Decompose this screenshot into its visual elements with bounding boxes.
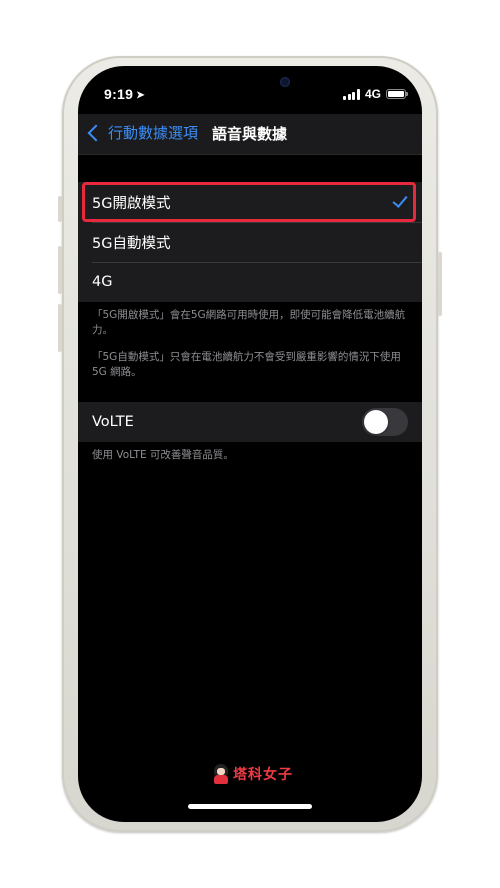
volte-toggle[interactable]	[362, 408, 408, 436]
front-camera	[280, 77, 290, 87]
watermark-text: 塔科女子	[233, 767, 293, 783]
volte-row: VoLTE	[78, 402, 422, 442]
back-button[interactable]: 行動數據選項	[84, 122, 198, 143]
silent-switch	[58, 196, 62, 222]
volume-up-button	[58, 246, 62, 294]
clock-text: 9:19	[104, 86, 134, 102]
chevron-left-icon	[87, 124, 105, 141]
location-arrow-icon: ➤	[136, 90, 145, 101]
mode-option-4g[interactable]: 4G	[78, 262, 422, 302]
volte-footnote: 使用 VoLTE 可改善聲音品質。	[92, 449, 234, 461]
girl-avatar-icon	[212, 764, 230, 784]
back-button-label: 行動數據選項	[108, 124, 199, 142]
highlight-annotation	[82, 182, 416, 222]
toggle-knob	[364, 410, 388, 434]
volume-down-button	[58, 304, 62, 352]
battery-icon	[386, 89, 408, 99]
mode-option-label: 4G	[92, 274, 113, 290]
volte-group: VoLTE	[78, 402, 422, 442]
volte-label: VoLTE	[92, 414, 134, 430]
power-button	[438, 252, 442, 316]
home-indicator[interactable]	[188, 804, 312, 809]
watermark-logo: 塔科女子	[212, 764, 293, 784]
cellular-signal-icon	[343, 88, 360, 100]
network-type-label: 4G	[364, 87, 381, 101]
page-title: 語音與數據	[212, 125, 288, 143]
phone-screen: 9:19 ➤ 4G 行動數據選項 語音與數據 5G開啟模式 5G自動模式 4G 「…	[78, 66, 422, 822]
mode-option-5g-auto[interactable]: 5G自動模式	[78, 222, 422, 262]
notch	[162, 66, 338, 98]
navigation-bar: 行動數據選項 語音與數據	[78, 114, 422, 155]
mode-footnote-2: 「5G自動模式」只會在電池續航力不會受到嚴重影響的情況下使用 5G 網路。	[92, 351, 401, 378]
status-bar-time: 9:19 ➤	[104, 86, 145, 102]
mode-option-label: 5G自動模式	[92, 235, 171, 252]
mode-footnote-1: 「5G開啟模式」會在5G網路可用時使用，即使可能會降低電池續航力。	[92, 309, 406, 336]
status-bar-indicators: 4G	[343, 87, 408, 101]
